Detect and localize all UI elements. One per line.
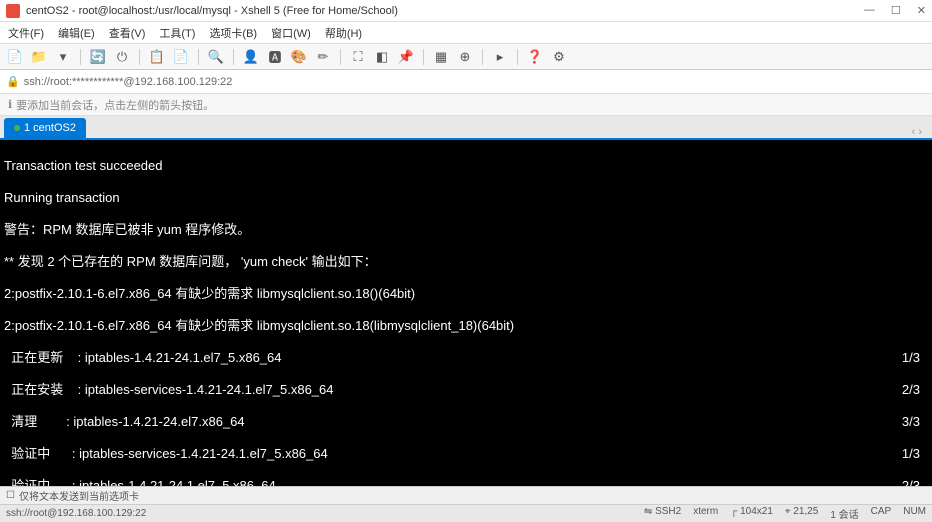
footer-sess: 1 会话 [830, 506, 858, 521]
tab-bar: 1 centOS2 ‹ › [0, 116, 932, 140]
menu-tabs[interactable]: 选项卡(B) [209, 25, 257, 41]
term-line: Transaction test succeeded [4, 158, 928, 174]
term-line: 清理 : iptables-1.4.21-24.el7.x86_643/3 [4, 414, 928, 430]
font-icon[interactable]: 🅰 [266, 48, 284, 66]
separator [340, 49, 341, 65]
term-line: 验证中 : iptables-services-1.4.21-24.1.el7_… [4, 446, 928, 462]
properties-icon[interactable]: 👤 [242, 48, 260, 66]
separator [139, 49, 140, 65]
separator [423, 49, 424, 65]
term-line: 警告：RPM 数据库已被非 yum 程序修改。 [4, 222, 928, 238]
status-bar: ☐ 仅将文本发送到当前选项卡 [0, 486, 932, 504]
footer-pos: ⌖ 21,25 [785, 506, 818, 521]
add-icon[interactable]: ⊕ [456, 48, 474, 66]
term-line: Running transaction [4, 190, 928, 206]
term-line: 正在安装 : iptables-services-1.4.21-24.1.el7… [4, 382, 928, 398]
footer-ssh: ⇋ SSH2 [644, 506, 681, 521]
open-icon[interactable]: 📁 [30, 48, 48, 66]
separator [233, 49, 234, 65]
term-line: 正在更新 : iptables-1.4.21-24.1.el7_5.x86_64… [4, 350, 928, 366]
app-icon [6, 4, 20, 18]
footer-num: NUM [903, 506, 926, 521]
disconnect-icon[interactable]: ⏻ [113, 48, 131, 66]
separator [80, 49, 81, 65]
minimize-button[interactable]: — [864, 4, 875, 17]
close-button[interactable]: ✕ [917, 4, 926, 17]
footer-bar: ssh://root@192.168.100.129:22 ⇋ SSH2 xte… [0, 504, 932, 522]
tab-session-1[interactable]: 1 centOS2 [4, 118, 86, 138]
footer-size: ┌ 104x21 [730, 506, 773, 521]
menu-file[interactable]: 文件(F) [8, 25, 44, 41]
hint-text: 要添加当前会话，点击左侧的箭头按钮。 [16, 97, 214, 113]
menu-bar: 文件(F) 编辑(E) 查看(V) 工具(T) 选项卡(B) 窗口(W) 帮助(… [0, 22, 932, 44]
find-icon[interactable]: 🔍 [207, 48, 225, 66]
hint-bar: ℹ 要添加当前会话，点击左侧的箭头按钮。 [0, 94, 932, 116]
view-icon[interactable]: ▦ [432, 48, 450, 66]
term-line: 验证中 : iptables-1.4.21-24.1.el7_5.x86_642… [4, 478, 928, 486]
term-line: ** 发现 2 个已存在的 RPM 数据库问题， 'yum check' 输出如… [4, 254, 928, 270]
menu-edit[interactable]: 编辑(E) [58, 25, 95, 41]
lock-icon: 🔒 [6, 75, 20, 88]
address-bar: 🔒 [0, 70, 932, 94]
tab-label: 1 centOS2 [24, 122, 76, 134]
menu-view[interactable]: 查看(V) [109, 25, 146, 41]
term-line: 2:postfix-2.10.1-6.el7.x86_64 有缺少的需求 lib… [4, 318, 928, 334]
separator [517, 49, 518, 65]
new-session-icon[interactable]: 📄 [6, 48, 24, 66]
transparent-icon[interactable]: ◧ [373, 48, 391, 66]
footer-status: ⇋ SSH2 xterm ┌ 104x21 ⌖ 21,25 1 会话 CAP N… [644, 506, 926, 521]
toolbar: 📄 📁 ▾ 🔄 ⏻ 📋 📄 🔍 👤 🅰 🎨 ✏ ⛶ ◧ 📌 ▦ ⊕ ▸ ❓ ⚙ [0, 44, 932, 70]
terminal[interactable]: Transaction test succeeded Running trans… [0, 140, 932, 486]
reconnect-icon[interactable]: 🔄 [89, 48, 107, 66]
menu-tools[interactable]: 工具(T) [159, 25, 195, 41]
info-icon: ℹ [8, 98, 12, 111]
window-title: centOS2 - root@localhost:/usr/local/mysq… [26, 5, 864, 17]
tab-nav-arrows[interactable]: ‹ › [906, 126, 928, 138]
fullscreen-icon[interactable]: ⛶ [349, 48, 367, 66]
menu-help[interactable]: 帮助(H) [325, 25, 362, 41]
separator [482, 49, 483, 65]
separator [198, 49, 199, 65]
footer-term: xterm [693, 506, 718, 521]
status-text: 仅将文本发送到当前选项卡 [19, 488, 926, 503]
paste-icon[interactable]: 📄 [172, 48, 190, 66]
menu-window[interactable]: 窗口(W) [271, 25, 311, 41]
color-icon[interactable]: 🎨 [290, 48, 308, 66]
script-icon[interactable]: ▸ [491, 48, 509, 66]
address-input[interactable] [20, 74, 926, 90]
window-controls: — ☐ ✕ [864, 4, 926, 17]
tab-status-dot [14, 125, 20, 131]
help-icon[interactable]: ❓ [526, 48, 544, 66]
highlight-icon[interactable]: ✏ [314, 48, 332, 66]
always-top-icon[interactable]: 📌 [397, 48, 415, 66]
term-line: 2:postfix-2.10.1-6.el7.x86_64 有缺少的需求 lib… [4, 286, 928, 302]
dropdown-icon[interactable]: ▾ [54, 48, 72, 66]
footer-cap: CAP [871, 506, 892, 521]
copy-icon[interactable]: 📋 [148, 48, 166, 66]
title-bar: centOS2 - root@localhost:/usr/local/mysq… [0, 0, 932, 22]
footer-address: ssh://root@192.168.100.129:22 [6, 508, 644, 519]
settings-icon[interactable]: ⚙ [550, 48, 568, 66]
maximize-button[interactable]: ☐ [891, 4, 901, 17]
